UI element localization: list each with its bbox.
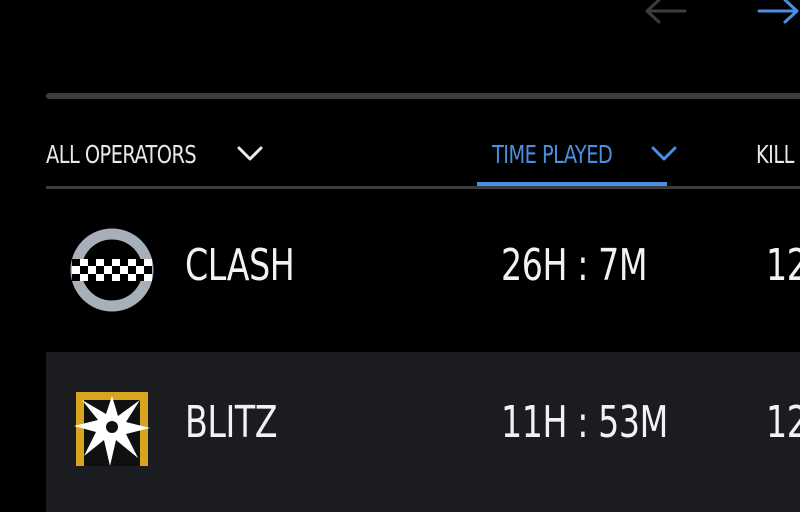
blitz-operator-icon [74,392,150,466]
time-played-value: 11H : 53M [501,397,668,448]
clash-operator-icon [70,228,154,312]
time-played-value: 26H : 7M [501,240,648,291]
chevron-down-icon[interactable] [650,144,678,164]
kills-value: 12 [766,397,800,448]
kills-value: 12 [766,240,800,291]
arrow-left-icon[interactable] [643,0,687,26]
chevron-down-icon[interactable] [236,144,264,164]
arrow-right-icon[interactable] [757,0,800,26]
tab-kills-label[interactable]: KILL [756,140,794,169]
header-divider [46,186,800,189]
table-row[interactable]: CLASH 26H : 7M 12 [46,190,800,350]
operator-filter-label[interactable]: ALL OPERATORS [46,140,197,169]
top-divider [46,93,800,99]
tab-time-played-label: TIME PLAYED [492,140,613,169]
tab-time-played[interactable]: TIME PLAYED [477,130,677,188]
operator-name: CLASH [185,240,295,291]
table-row[interactable]: BLITZ 11H : 53M 12 [46,352,800,512]
operator-name: BLITZ [185,397,278,448]
table-header: ALL OPERATORS TIME PLAYED KILL [46,130,800,188]
